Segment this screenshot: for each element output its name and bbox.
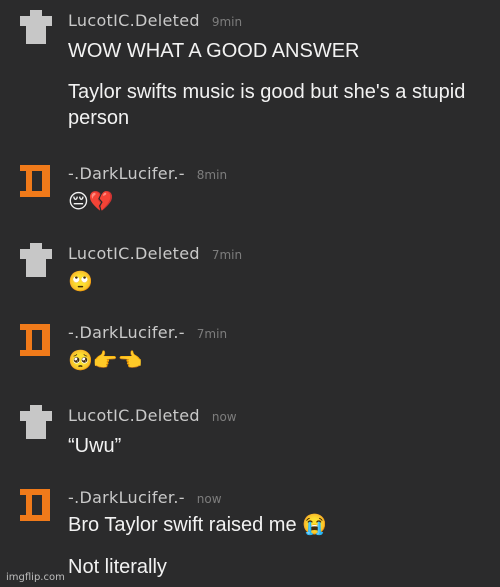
comment-meta: LucotIC.Deleted 9min <box>68 10 242 32</box>
comment-text: 🥺👉👈 <box>68 348 143 372</box>
username[interactable]: LucotIC.Deleted <box>68 406 200 425</box>
timestamp: now <box>211 410 237 424</box>
comment-item: -.DarkLucifer.- 8min 😔💔 <box>0 163 500 223</box>
comment-text: 😔💔 <box>68 189 114 213</box>
username[interactable]: LucotIC.Deleted <box>68 11 200 30</box>
timestamp: 7min <box>196 327 228 341</box>
comment-text: WOW WHAT A GOOD ANSWER <box>68 40 360 62</box>
username[interactable]: LucotIC.Deleted <box>68 244 200 263</box>
timestamp: now <box>196 492 222 506</box>
pixel-avatar-icon[interactable] <box>18 163 54 199</box>
comment-text: Taylor swifts music is good but she's a … <box>68 81 466 129</box>
comment-text: Bro Taylor swift raised me 😭 <box>68 514 328 536</box>
comment-item: LucotIC.Deleted now “Uwu” <box>0 405 500 465</box>
timestamp: 9min <box>211 15 243 29</box>
comment-item: LucotIC.Deleted 7min 🙄 <box>0 243 500 303</box>
pixel-avatar-icon[interactable] <box>18 322 54 358</box>
comment-meta: -.DarkLucifer.- 8min <box>68 163 227 185</box>
tshirt-avatar-icon[interactable] <box>18 405 54 441</box>
comment-item: LucotIC.Deleted 9min WOW WHAT A GOOD ANSW… <box>0 10 500 140</box>
tshirt-avatar-icon[interactable] <box>18 10 54 46</box>
comment-meta: LucotIC.Deleted 7min <box>68 243 242 265</box>
comment-text: “Uwu” <box>68 435 122 457</box>
comment-text: Not literally <box>68 556 167 578</box>
comment-item: -.DarkLucifer.- now Bro Taylor swift rais… <box>0 487 500 582</box>
username[interactable]: -.DarkLucifer.- <box>68 164 185 183</box>
username[interactable]: -.DarkLucifer.- <box>68 323 185 342</box>
watermark: imgflip.com <box>6 572 65 583</box>
username[interactable]: -.DarkLucifer.- <box>68 488 185 507</box>
timestamp: 7min <box>211 248 243 262</box>
timestamp: 8min <box>196 168 228 182</box>
comment-meta: LucotIC.Deleted now <box>68 405 237 427</box>
comment-meta: -.DarkLucifer.- 7min <box>68 322 227 344</box>
tshirt-avatar-icon[interactable] <box>18 243 54 279</box>
pixel-avatar-icon[interactable] <box>18 487 54 523</box>
comment-meta: -.DarkLucifer.- now <box>68 487 222 509</box>
comment-text: 🙄 <box>68 269 93 293</box>
comment-item: -.DarkLucifer.- 7min 🥺👉👈 <box>0 322 500 382</box>
